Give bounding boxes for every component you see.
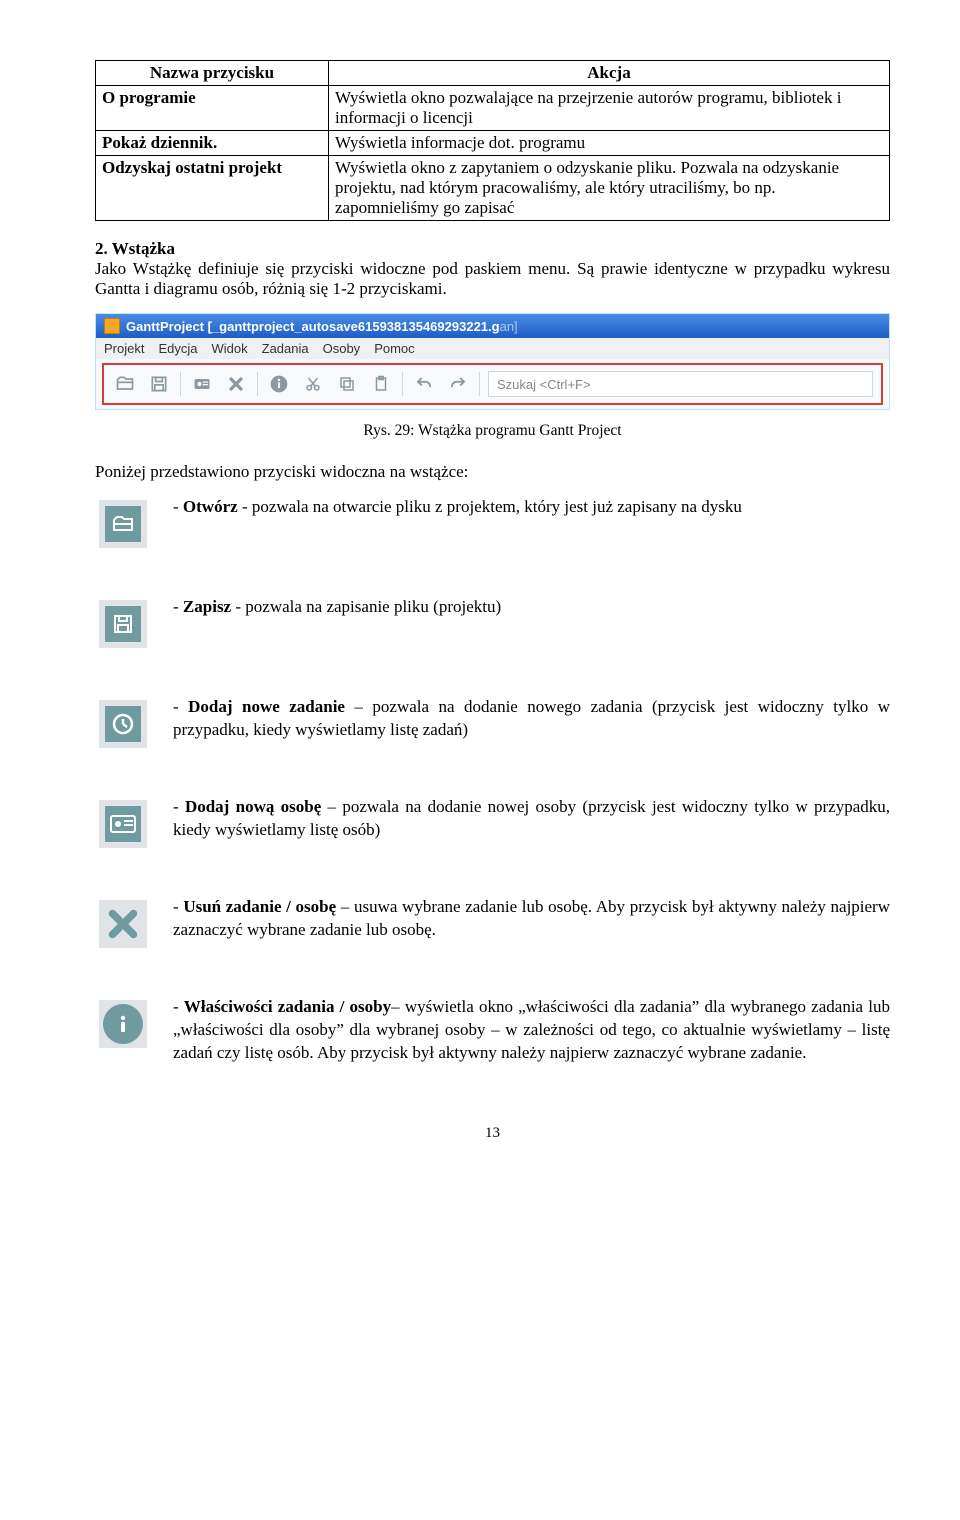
save-icon xyxy=(99,600,147,648)
button-description-text: - Właściwości zadania / osoby– wyświetla… xyxy=(173,996,890,1065)
button-description-text: - Dodaj nową osobę – pozwala na dodanie … xyxy=(173,796,890,842)
separator xyxy=(479,372,480,396)
info-icon[interactable] xyxy=(266,371,292,397)
button-description-text: - Zapisz - pozwala na zapisanie pliku (p… xyxy=(173,596,890,619)
search-placeholder: Szukaj <Ctrl+F> xyxy=(497,377,591,392)
search-input[interactable]: Szukaj <Ctrl+F> xyxy=(488,371,873,397)
page-number: 13 xyxy=(95,1125,890,1142)
button-name: Usuń zadanie / osobę xyxy=(183,897,336,916)
separator xyxy=(257,372,258,396)
button-description-row: - Dodaj nową osobę – pozwala na dodanie … xyxy=(95,796,890,848)
button-name: Zapisz xyxy=(183,597,231,616)
button-action-table: Nazwa przycisku Akcja O programie Wyświe… xyxy=(95,60,890,221)
separator xyxy=(180,372,181,396)
save-icon[interactable] xyxy=(146,371,172,397)
button-description-text: - Usuń zadanie / osobę – usuwa wybrane z… xyxy=(173,896,890,942)
intro-below-figure: Poniżej przedstawiono przyciski widoczna… xyxy=(95,462,890,482)
open-icon[interactable] xyxy=(112,371,138,397)
section-heading: 2. Wstążka xyxy=(95,239,175,258)
window-title-prefix: GanttProject [_ganttproject_autosave6159… xyxy=(126,319,500,334)
button-name: Otwórz xyxy=(183,497,238,516)
button-name: Właściwości zadania / osoby xyxy=(184,997,391,1016)
button-desc: pozwala na zapisanie pliku (projektu) xyxy=(245,597,501,616)
properties-icon xyxy=(99,1000,147,1048)
open-icon xyxy=(99,500,147,548)
button-description-row: - Właściwości zadania / osoby– wyświetla… xyxy=(95,996,890,1065)
add-person-icon[interactable] xyxy=(189,371,215,397)
add-person-icon xyxy=(99,800,147,848)
table-row: O programie Wyświetla okno pozwalające n… xyxy=(96,86,890,131)
ganttproject-window-screenshot: GanttProject [_ganttproject_autosave6159… xyxy=(95,313,890,410)
delete-icon xyxy=(99,900,147,948)
button-description-text: - Otwórz - pozwala na otwarcie pliku z p… xyxy=(173,496,890,519)
menu-item[interactable]: Projekt xyxy=(104,341,144,356)
table-header-name: Nazwa przycisku xyxy=(96,61,329,86)
window-title: GanttProject [_ganttproject_autosave6159… xyxy=(126,319,518,334)
table-cell-name: Odzyskaj ostatni projekt xyxy=(96,156,329,221)
window-titlebar: GanttProject [_ganttproject_autosave6159… xyxy=(96,314,889,338)
menu-item[interactable]: Zadania xyxy=(262,341,309,356)
menu-bar: Projekt Edycja Widok Zadania Osoby Pomoc xyxy=(96,338,889,359)
button-description-row: - Zapisz - pozwala na zapisanie pliku (p… xyxy=(95,596,890,648)
button-desc: pozwala na otwarcie pliku z projektem, k… xyxy=(252,497,742,516)
table-cell-action: Wyświetla okno pozwalające na przejrzeni… xyxy=(329,86,890,131)
paste-icon[interactable] xyxy=(368,371,394,397)
app-icon xyxy=(104,318,120,334)
undo-icon[interactable] xyxy=(411,371,437,397)
add-task-icon xyxy=(99,700,147,748)
delete-icon[interactable] xyxy=(223,371,249,397)
table-cell-name: O programie xyxy=(96,86,329,131)
table-row: Pokaż dziennik. Wyświetla informacje dot… xyxy=(96,131,890,156)
button-name: Dodaj nową osobę xyxy=(185,797,321,816)
menu-item[interactable]: Edycja xyxy=(158,341,197,356)
ribbon-highlight: Szukaj <Ctrl+F> xyxy=(102,363,883,405)
table-header-action: Akcja xyxy=(329,61,890,86)
redo-icon[interactable] xyxy=(445,371,471,397)
button-name: Dodaj nowe zadanie xyxy=(188,697,345,716)
cut-icon[interactable] xyxy=(300,371,326,397)
copy-icon[interactable] xyxy=(334,371,360,397)
section-paragraph: 2. Wstążka Jako Wstążkę definiuje się pr… xyxy=(95,239,890,299)
button-description-row: - Otwórz - pozwala na otwarcie pliku z p… xyxy=(95,496,890,548)
table-cell-action: Wyświetla informacje dot. programu xyxy=(329,131,890,156)
section-body: Jako Wstążkę definiuje się przyciski wid… xyxy=(95,259,890,298)
button-description-row: - Dodaj nowe zadanie – pozwala na dodani… xyxy=(95,696,890,748)
button-description-row: - Usuń zadanie / osobę – usuwa wybrane z… xyxy=(95,896,890,948)
menu-item[interactable]: Osoby xyxy=(323,341,361,356)
separator xyxy=(402,372,403,396)
figure-caption: Rys. 29: Wstążka programu Gantt Project xyxy=(95,422,890,440)
table-cell-action: Wyświetla okno z zapytaniem o odzyskanie… xyxy=(329,156,890,221)
menu-item[interactable]: Widok xyxy=(212,341,248,356)
table-row: Odzyskaj ostatni projekt Wyświetla okno … xyxy=(96,156,890,221)
window-title-suffix: an] xyxy=(500,319,518,334)
button-description-text: - Dodaj nowe zadanie – pozwala na dodani… xyxy=(173,696,890,742)
table-cell-name: Pokaż dziennik. xyxy=(96,131,329,156)
menu-item[interactable]: Pomoc xyxy=(374,341,414,356)
